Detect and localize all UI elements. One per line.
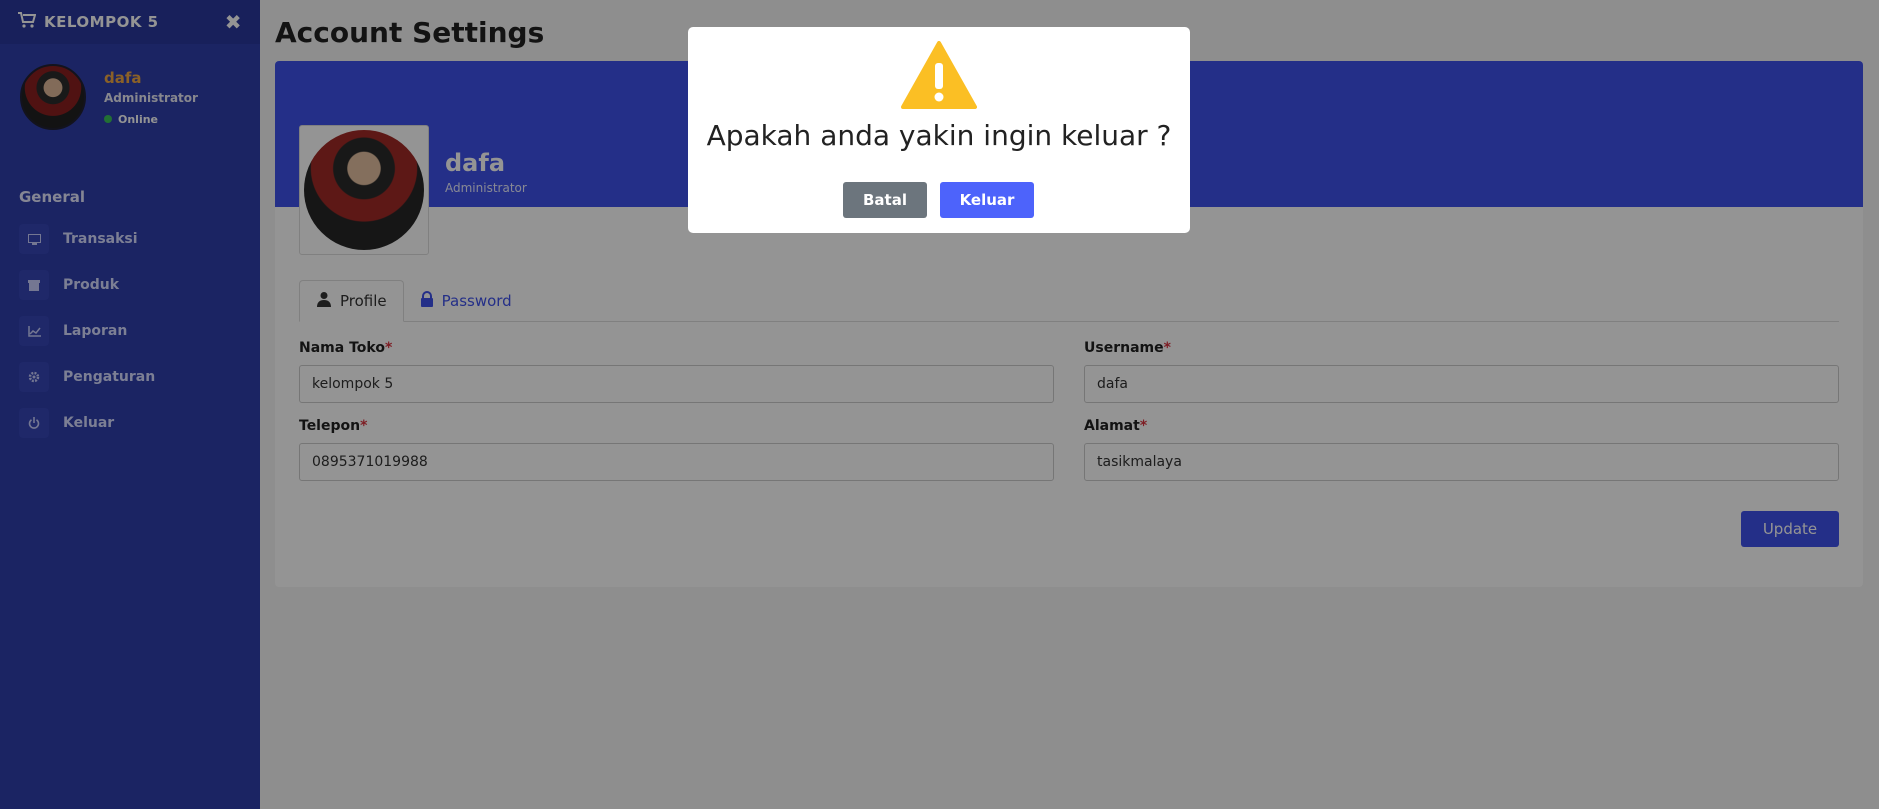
logout-confirm-dialog: Apakah anda yakin ingin keluar ? Batal K… <box>688 27 1190 233</box>
dialog-title: Apakah anda yakin ingin keluar ? <box>706 119 1172 152</box>
warning-icon <box>901 41 977 109</box>
cancel-button[interactable]: Batal <box>843 182 927 218</box>
logout-confirm-button[interactable]: Keluar <box>940 182 1034 218</box>
